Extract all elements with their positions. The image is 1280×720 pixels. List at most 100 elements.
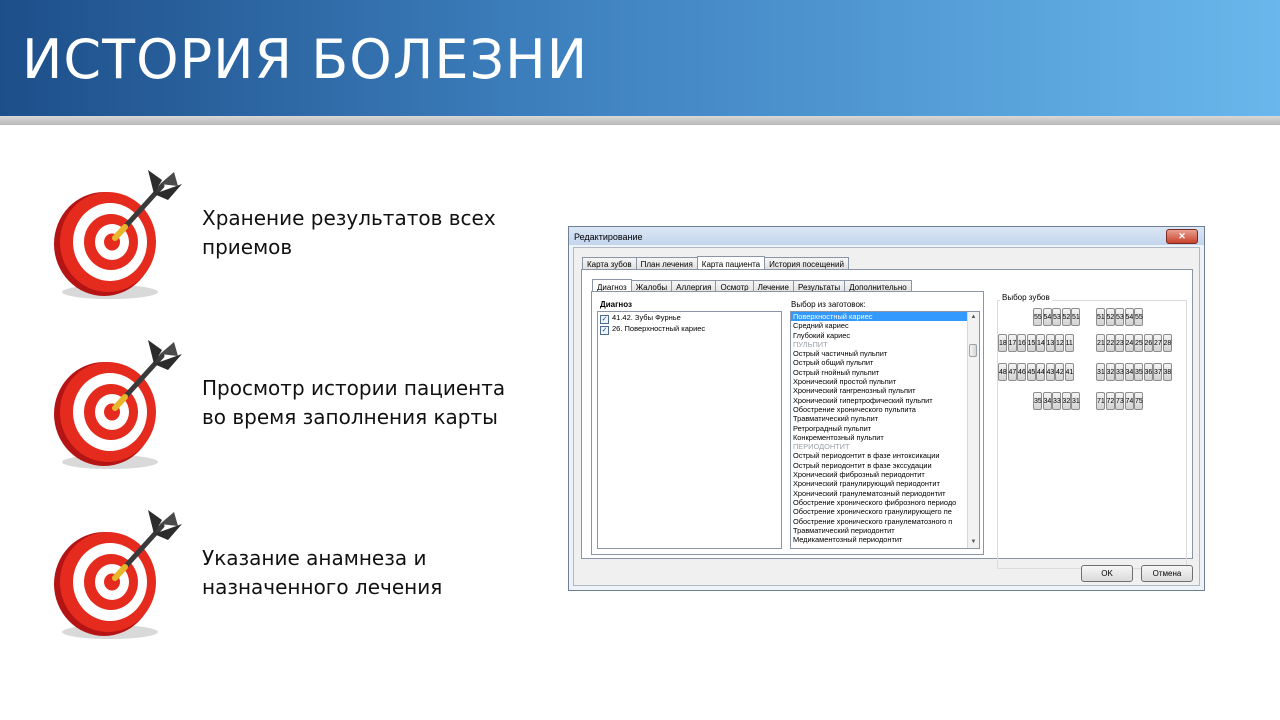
diagnosis-item[interactable]: ✓ 41.42. Зубы Фурнье xyxy=(598,312,781,324)
tooth-button[interactable]: 22 xyxy=(1105,334,1115,352)
scroll-thumb[interactable] xyxy=(969,344,977,357)
preset-item[interactable]: Хронический гранулирующий периодонтит xyxy=(791,479,968,488)
tooth-button[interactable]: 31 xyxy=(1096,363,1105,381)
tooth-button[interactable]: 54 xyxy=(1042,308,1052,326)
cancel-button[interactable]: Отмена xyxy=(1141,565,1193,582)
tooth-button[interactable]: 53 xyxy=(1052,308,1061,326)
tooth-button[interactable]: 55 xyxy=(1134,308,1143,326)
tooth-button[interactable]: 11 xyxy=(1064,334,1074,352)
preset-item[interactable]: Обострение хронического гранулирующего п… xyxy=(791,507,968,516)
tooth-button[interactable]: 52 xyxy=(1061,308,1071,326)
tooth-button[interactable]: 26 xyxy=(1143,334,1153,352)
tooth-button[interactable]: 24 xyxy=(1124,334,1134,352)
preset-item[interactable]: Травматический пульпит xyxy=(791,414,968,423)
target-icon xyxy=(54,170,182,299)
presets-list[interactable]: Поверхностный кариес Средний кариес Глубок… xyxy=(790,311,980,549)
tooth-button[interactable]: 46 xyxy=(1017,363,1026,381)
preset-item[interactable]: Медикаментозный периодонтит xyxy=(791,535,968,544)
tooth-button[interactable]: 37 xyxy=(1153,363,1162,381)
preset-item[interactable]: Средний кариес xyxy=(791,321,968,330)
feature-text: Просмотр истории пациента во время запол… xyxy=(202,374,522,432)
tooth-button[interactable]: 75 xyxy=(1134,392,1143,410)
tooth-button[interactable]: 47 xyxy=(1007,363,1017,381)
tooth-button[interactable]: 38 xyxy=(1162,363,1172,381)
tooth-button[interactable]: 34 xyxy=(1042,392,1052,410)
tooth-button[interactable]: 27 xyxy=(1153,334,1162,352)
tooth-button[interactable]: 32 xyxy=(1105,363,1115,381)
tooth-button[interactable]: 15 xyxy=(1026,334,1036,352)
preset-item[interactable]: Хронический гангренозный пульпит xyxy=(791,386,968,395)
tooth-button[interactable]: 42 xyxy=(1055,363,1064,381)
tooth-button[interactable]: 32 xyxy=(1061,392,1071,410)
tooth-button[interactable]: 13 xyxy=(1045,334,1055,352)
dialog-titlebar: Редактирование ✕ xyxy=(569,227,1204,245)
tooth-button[interactable]: 14 xyxy=(1036,334,1045,352)
preset-item[interactable]: Обострение хронического пульпита xyxy=(791,405,968,414)
tooth-button[interactable]: 73 xyxy=(1115,392,1124,410)
tooth-button[interactable]: 51 xyxy=(1071,308,1080,326)
teeth-row-right: 71 72 73 74 75 xyxy=(1096,392,1144,410)
tooth-button[interactable]: 18 xyxy=(998,334,1007,352)
diagnosis-list[interactable]: ✓ 41.42. Зубы Фурнье ✓ 26. Поверхностный к… xyxy=(597,311,782,549)
tooth-button[interactable]: 33 xyxy=(1115,363,1124,381)
feature-text: Указание анамнеза и назначенного лечения xyxy=(202,544,522,602)
tooth-button[interactable]: 25 xyxy=(1134,334,1143,352)
preset-item[interactable]: Хронический гипертрофический пульпит xyxy=(791,396,968,405)
dialog-body: Карта зубов План лечения Карта пациента Ист… xyxy=(573,247,1200,586)
presets-label: Выбор из заготовок: xyxy=(791,300,866,309)
preset-item[interactable]: Острый частичный пульпит xyxy=(791,349,968,358)
tooth-button[interactable]: 74 xyxy=(1124,392,1134,410)
tooth-button[interactable]: 41 xyxy=(1064,363,1074,381)
slide-header: ИСТОРИЯ БОЛЕЗНИ xyxy=(0,0,1280,116)
preset-item[interactable]: Глубокий кариес xyxy=(791,331,968,340)
main-tabs: Карта зубов План лечения Карта пациента Ист… xyxy=(582,255,849,272)
preset-item[interactable]: Обострение хронического фиброзного перио… xyxy=(791,498,968,507)
tooth-button[interactable]: 17 xyxy=(1007,334,1017,352)
preset-item[interactable]: Острый периодонтит в фазе экссудации xyxy=(791,461,968,470)
tooth-button[interactable]: 12 xyxy=(1055,334,1064,352)
tooth-button[interactable]: 71 xyxy=(1096,392,1105,410)
tooth-button[interactable]: 52 xyxy=(1105,308,1115,326)
preset-item[interactable]: Ретроградный пульпит xyxy=(791,424,968,433)
tooth-button[interactable]: 35 xyxy=(1134,363,1143,381)
tooth-button[interactable]: 34 xyxy=(1124,363,1134,381)
tooth-button[interactable]: 55 xyxy=(1033,308,1042,326)
diagnosis-panel: Диагноз ✓ 41.42. Зубы Фурнье ✓ 26. Поверхн… xyxy=(591,291,984,555)
preset-item[interactable]: Хронический простой пульпит xyxy=(791,377,968,386)
presets-scrollbar[interactable]: ▲ ▼ xyxy=(967,312,979,548)
tooth-button[interactable]: 33 xyxy=(1052,392,1061,410)
close-button[interactable]: ✕ xyxy=(1166,229,1198,244)
preset-item[interactable]: Острый общий пульпит xyxy=(791,358,968,367)
diagnosis-label: Диагноз xyxy=(600,300,632,309)
tooth-button[interactable]: 54 xyxy=(1124,308,1134,326)
slide-title: ИСТОРИЯ БОЛЕЗНИ xyxy=(22,28,589,91)
tooth-button[interactable]: 36 xyxy=(1143,363,1153,381)
diagnosis-item[interactable]: ✓ 26. Поверхностный кариес xyxy=(598,323,781,335)
checkbox-checked-icon[interactable]: ✓ xyxy=(600,326,609,335)
edit-dialog: Редактирование ✕ Карта зубов План лечения… xyxy=(568,226,1205,591)
tooth-button[interactable]: 21 xyxy=(1096,334,1105,352)
tooth-button[interactable]: 28 xyxy=(1162,334,1172,352)
tooth-button[interactable]: 53 xyxy=(1115,308,1124,326)
preset-item[interactable]: Хронический гранулематозный периодонтит xyxy=(791,489,968,498)
tooth-button[interactable]: 23 xyxy=(1115,334,1124,352)
tooth-button[interactable]: 43 xyxy=(1045,363,1055,381)
ok-button[interactable]: OK xyxy=(1081,565,1133,582)
tooth-button[interactable]: 72 xyxy=(1105,392,1115,410)
preset-item[interactable]: Обострение хронического гранулематозного… xyxy=(791,517,968,526)
preset-item[interactable]: Конкрементозный пульпит xyxy=(791,433,968,442)
tooth-button[interactable]: 44 xyxy=(1036,363,1045,381)
preset-item[interactable]: Острый периодонтит в фазе интоксикации xyxy=(791,451,968,460)
preset-item[interactable]: Поверхностный кариес xyxy=(791,312,968,322)
tooth-button[interactable]: 16 xyxy=(1017,334,1026,352)
tooth-button[interactable]: 31 xyxy=(1071,392,1080,410)
tooth-button[interactable]: 51 xyxy=(1096,308,1105,326)
tooth-button[interactable]: 45 xyxy=(1026,363,1036,381)
preset-item[interactable]: Травматический периодонтит xyxy=(791,526,968,535)
preset-item[interactable]: Острый гнойный пульпит xyxy=(791,368,968,377)
scroll-down-icon[interactable]: ▼ xyxy=(969,538,978,547)
tooth-button[interactable]: 48 xyxy=(998,363,1007,381)
tooth-button[interactable]: 35 xyxy=(1033,392,1042,410)
preset-item[interactable]: Хронический фиброзный периодонтит xyxy=(791,470,968,479)
scroll-up-icon[interactable]: ▲ xyxy=(969,313,978,322)
